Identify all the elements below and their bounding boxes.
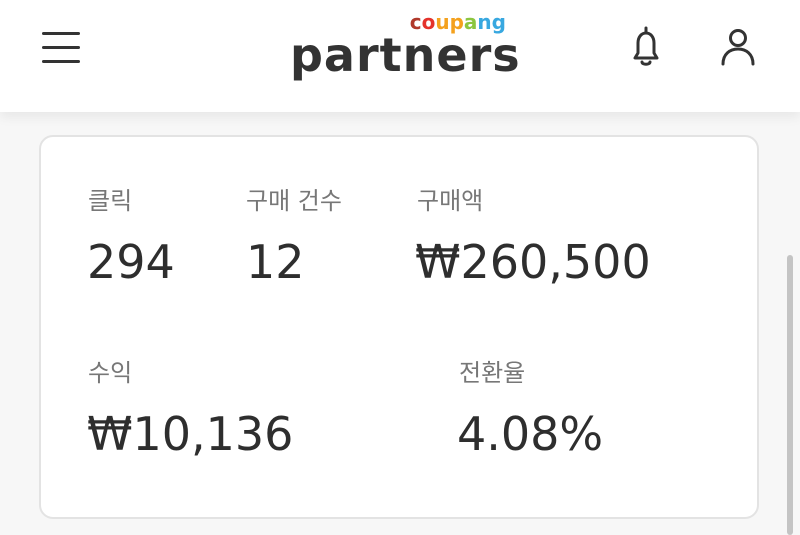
- performance-summary-card: 클릭 294 구매 건수 12 구매액 ₩260,500 수익 ₩10,136 …: [39, 135, 759, 519]
- menu-icon-bar-bottom: [42, 60, 80, 63]
- coupang-partners-logo[interactable]: coupang partners: [290, 8, 520, 88]
- scrollbar[interactable]: [787, 255, 793, 535]
- conversion-rate-value: 4.08%: [457, 407, 604, 461]
- notification-button[interactable]: [622, 24, 670, 72]
- app-header: coupang partners: [0, 0, 800, 112]
- menu-button[interactable]: [40, 28, 84, 68]
- orders-value: 12: [246, 235, 305, 289]
- user-icon: [721, 29, 755, 66]
- clicks-value: 294: [87, 235, 175, 289]
- revenue-value: ₩10,136: [87, 407, 294, 461]
- purchase-amount-value: ₩260,500: [415, 235, 651, 289]
- logo-product-text: partners: [290, 28, 521, 82]
- menu-icon-bar-top: [42, 32, 80, 35]
- orders-label: 구매 건수: [246, 187, 342, 215]
- purchase-amount-label: 구매액: [417, 187, 484, 215]
- menu-icon-bar-middle: [42, 46, 80, 49]
- conversion-rate-label: 전환율: [459, 359, 526, 387]
- revenue-label: 수익: [88, 359, 133, 387]
- profile-button[interactable]: [714, 24, 762, 72]
- clicks-label: 클릭: [88, 187, 133, 215]
- bell-icon: [633, 26, 659, 66]
